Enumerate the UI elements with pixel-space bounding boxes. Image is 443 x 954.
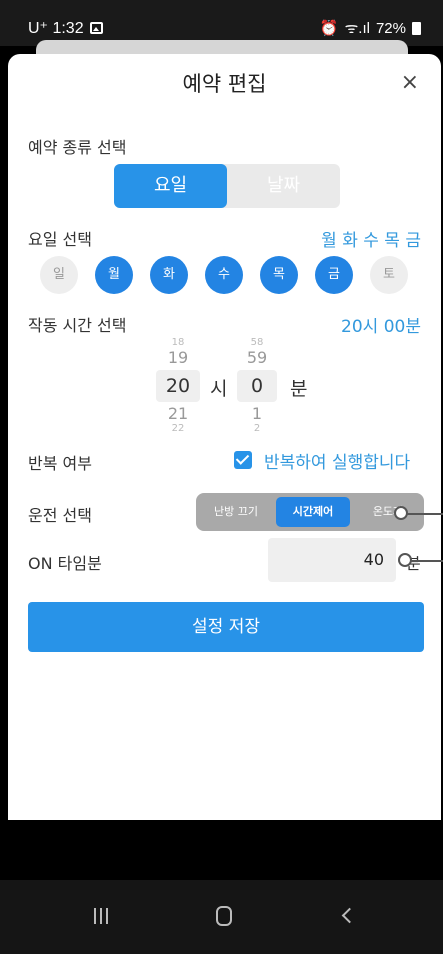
modal-header: 예약 편집 × <box>8 54 441 118</box>
reservation-type-toggle: 요일 날짜 <box>114 164 340 208</box>
hour-prev2: 18 <box>171 337 185 348</box>
day-sunday[interactable]: 일 <box>40 256 78 294</box>
annotation-pointer-line <box>404 513 443 515</box>
day-thursday[interactable]: 목 <box>260 256 298 294</box>
gallery-icon <box>89 22 103 34</box>
battery-percent: 72% <box>375 19 406 37</box>
reservation-edit-modal: 예약 편집 × 예약 종류 선택 요일 날짜 요일 선택 월 화 수 목 금 일… <box>8 54 441 820</box>
operation-toggle: 난방 끄기 시간제어 온도제 <box>196 493 424 531</box>
back-icon[interactable] <box>341 907 358 924</box>
status-left: U⁺ 1:32 <box>28 18 103 38</box>
annotation-pointer-line <box>408 560 443 562</box>
alarm-icon: ⏰ <box>319 20 339 37</box>
minute-unit: 분 <box>290 378 308 400</box>
day-selector: 일 월 화 수 목 금 토 <box>40 256 430 294</box>
hour-picker[interactable]: 18 19 20 21 22 <box>152 338 204 434</box>
annotation-pointer-dot <box>394 506 408 520</box>
selected-days-summary: 월 화 수 목 금 <box>321 231 421 251</box>
home-icon[interactable] <box>216 906 232 926</box>
type-option-weekday[interactable]: 요일 <box>114 164 227 208</box>
operation-option-heating-off[interactable]: 난방 끄기 <box>200 497 272 527</box>
recent-apps-icon[interactable] <box>94 908 108 924</box>
operation-option-time-control[interactable]: 시간제어 <box>276 497 350 527</box>
on-time-input[interactable]: 40 <box>268 538 396 582</box>
day-monday[interactable]: 월 <box>95 256 133 294</box>
navigation-bar <box>0 880 443 954</box>
reservation-type-label: 예약 종류 선택 <box>28 138 127 157</box>
minute-next: 1 <box>251 404 263 423</box>
close-button[interactable]: × <box>401 70 419 95</box>
hour-unit: 시 <box>210 378 228 400</box>
selected-time-summary: 20시 00분 <box>341 317 421 337</box>
minute-next2: 2 <box>253 423 261 434</box>
day-tuesday[interactable]: 화 <box>150 256 188 294</box>
status-time: U⁺ 1:32 <box>28 20 84 37</box>
operation-label: 운전 선택 <box>28 506 92 525</box>
repeat-checkbox[interactable] <box>234 451 252 469</box>
time-select-label: 작동 시간 선택 <box>28 316 127 335</box>
status-right: ⏰ ᯤ.ıl 72% <box>320 18 421 38</box>
repeat-checkbox-text[interactable]: 반복하여 실행합니다 <box>264 448 410 473</box>
hour-value[interactable]: 20 <box>156 370 200 402</box>
minute-picker[interactable]: 58 59 0 1 2 <box>234 338 280 434</box>
hour-next: 21 <box>167 404 189 423</box>
hour-prev: 19 <box>167 348 189 367</box>
type-option-date[interactable]: 날짜 <box>227 164 340 208</box>
save-settings-button[interactable]: 설정 저장 <box>28 602 424 652</box>
battery-icon <box>412 21 421 35</box>
day-saturday[interactable]: 토 <box>370 256 408 294</box>
day-wednesday[interactable]: 수 <box>205 256 243 294</box>
modal-title: 예약 편집 <box>182 72 267 96</box>
day-friday[interactable]: 금 <box>315 256 353 294</box>
minute-prev2: 58 <box>250 337 264 348</box>
wifi-signal-icon: ᯤ.ıl <box>344 20 370 37</box>
annotation-pointer-dot <box>398 553 412 567</box>
repeat-label: 반복 여부 <box>28 454 92 473</box>
minute-value[interactable]: 0 <box>237 370 277 402</box>
day-select-label: 요일 선택 <box>28 230 92 249</box>
operation-option-temp-control[interactable]: 온도제 <box>354 497 422 527</box>
on-time-label: ON 타임분 <box>28 554 102 573</box>
hour-next2: 22 <box>171 423 185 434</box>
minute-prev: 59 <box>246 348 268 367</box>
